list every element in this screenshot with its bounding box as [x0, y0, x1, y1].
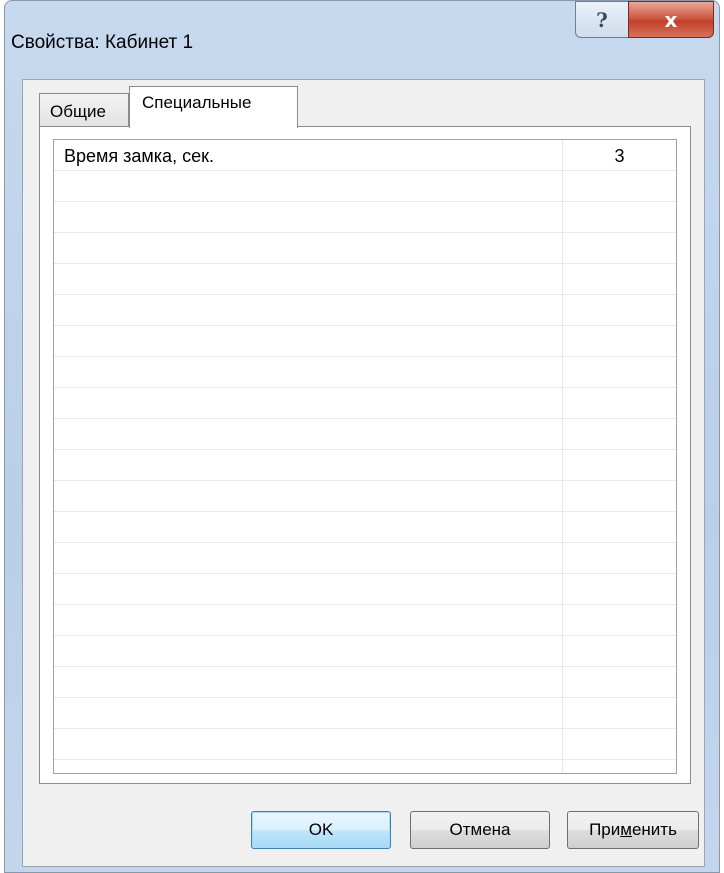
empty-row [54, 388, 676, 419]
help-button[interactable]: ? [575, 1, 629, 38]
title-bar[interactable]: Свойства: Кабинет 1 ? x [5, 1, 719, 79]
properties-dialog: Свойства: Кабинет 1 ? x Общие Специальны… [4, 0, 720, 873]
tab-general[interactable]: Общие [39, 93, 129, 127]
empty-row [54, 264, 676, 295]
property-name: Время замка, сек. [64, 146, 214, 166]
empty-row [54, 543, 676, 574]
empty-row [54, 295, 676, 326]
empty-row [54, 729, 676, 760]
table-row[interactable]: Время замка, сек. 3 [54, 140, 676, 171]
empty-row [54, 512, 676, 543]
close-button[interactable]: x [628, 1, 714, 38]
apply-button[interactable]: Применить [567, 811, 699, 849]
empty-row [54, 667, 676, 698]
dialog-client-area: Общие Специальные Время замка, сек. 3 OK… [22, 79, 705, 867]
empty-row [54, 698, 676, 729]
empty-row [54, 357, 676, 388]
empty-row [54, 450, 676, 481]
empty-row [54, 233, 676, 264]
help-icon: ? [596, 7, 608, 32]
empty-row [54, 326, 676, 357]
empty-row [54, 481, 676, 512]
empty-row [54, 171, 676, 202]
ok-button[interactable]: OK [251, 811, 391, 849]
empty-row [54, 636, 676, 667]
empty-row [54, 202, 676, 233]
tab-panel: Время замка, сек. 3 [39, 126, 691, 784]
cancel-button[interactable]: Отмена [410, 811, 550, 849]
property-value[interactable]: 3 [563, 146, 676, 167]
tab-special[interactable]: Специальные [129, 86, 298, 128]
close-icon: x [664, 7, 678, 32]
apply-label: Применить [589, 820, 677, 839]
empty-row [54, 419, 676, 450]
empty-row [54, 574, 676, 605]
empty-row [54, 605, 676, 636]
property-grid[interactable]: Время замка, сек. 3 [53, 139, 677, 774]
window-title: Свойства: Кабинет 1 [11, 32, 194, 53]
